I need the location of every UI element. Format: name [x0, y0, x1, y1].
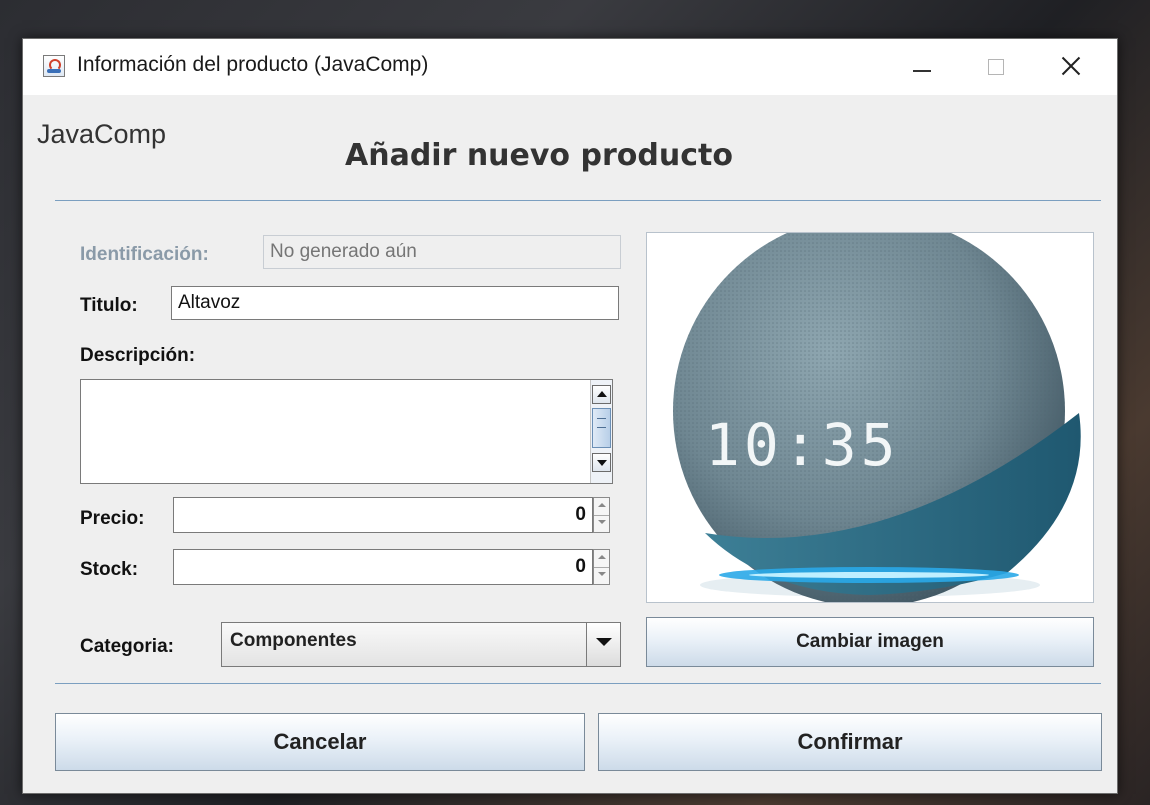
price-spinner[interactable] [593, 497, 610, 533]
stock-decrement-icon[interactable] [594, 567, 609, 584]
category-label: Categoria: [80, 636, 174, 657]
description-area[interactable] [80, 379, 613, 484]
category-value: Componentes [230, 630, 357, 651]
stock-label: Stock: [80, 559, 139, 580]
product-dialog: Información del producto (JavaComp) Java… [22, 38, 1118, 794]
cancel-button[interactable]: Cancelar [55, 713, 585, 771]
clock-display: 10:35 [705, 411, 900, 479]
price-increment-icon[interactable] [594, 498, 609, 516]
minimize-icon[interactable] [897, 39, 943, 95]
scroll-thumb[interactable] [592, 408, 611, 448]
top-divider [55, 200, 1101, 201]
id-field [263, 235, 621, 269]
description-label: Descripción: [80, 345, 196, 366]
close-icon[interactable] [1049, 39, 1095, 95]
scroll-down-icon[interactable] [592, 453, 611, 472]
page-title: Añadir nuevo producto [345, 138, 733, 173]
stock-spinner[interactable] [593, 549, 610, 585]
confirm-button[interactable]: Confirmar [598, 713, 1102, 771]
brand-label: JavaComp [37, 119, 167, 149]
product-image: 10:35 [646, 232, 1094, 603]
title-label: Titulo: [80, 295, 138, 316]
change-image-button[interactable]: Cambiar imagen [646, 617, 1094, 667]
bottom-divider [55, 683, 1101, 684]
chevron-down-icon[interactable] [586, 623, 620, 666]
price-decrement-icon[interactable] [594, 515, 609, 532]
title-field[interactable] [171, 286, 619, 320]
price-label: Precio: [80, 508, 145, 529]
description-scrollbar[interactable] [590, 380, 612, 483]
java-app-icon [43, 55, 65, 77]
maximize-icon[interactable] [973, 39, 1019, 95]
stock-increment-icon[interactable] [594, 550, 609, 568]
price-field[interactable] [173, 497, 593, 533]
scroll-up-icon[interactable] [592, 385, 611, 404]
stock-field[interactable] [173, 549, 593, 585]
smart-speaker-image: 10:35 [673, 233, 1081, 602]
title-bar: Información del producto (JavaComp) [23, 39, 1117, 95]
category-select[interactable]: Componentes [221, 622, 621, 667]
id-label: Identificación: [80, 244, 209, 265]
window-title: Información del producto (JavaComp) [77, 53, 429, 76]
